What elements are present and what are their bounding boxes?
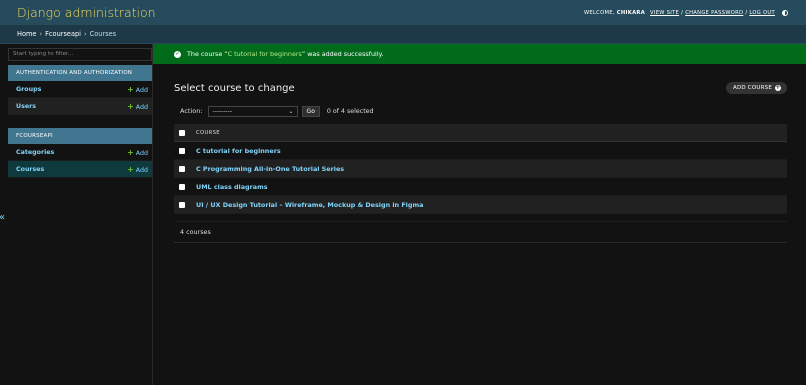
go-button[interactable]: Go (301, 105, 320, 117)
nav-filter-input[interactable]: Start typing to filter... (8, 48, 152, 61)
table-header: COURSE (174, 124, 787, 142)
add-label: Add (135, 166, 148, 174)
breadcrumb-separator: › (84, 30, 87, 38)
header: Django administration WELCOME, CHIKARA V… (0, 0, 806, 25)
table-row: C Programming All-in-One Tutorial Series (174, 160, 787, 178)
breadcrumb-home[interactable]: Home (17, 30, 36, 38)
sidebar-item-label[interactable]: Users (16, 103, 36, 110)
plus-icon: + (127, 84, 134, 94)
sidebar-item-label[interactable]: Groups (16, 86, 41, 93)
separator: / (681, 9, 684, 16)
plus-icon: + (127, 147, 134, 157)
add-groups-link[interactable]: + Add (127, 85, 148, 94)
row-checkbox[interactable] (179, 165, 185, 172)
action-label: Action: (180, 107, 203, 115)
chevron-down-icon: ⌄ (288, 107, 294, 115)
sidebar-item-groups: Groups + Add (8, 81, 152, 98)
column-header-course[interactable]: COURSE (196, 130, 220, 136)
add-label: Add (135, 86, 148, 94)
action-select[interactable]: --------- ⌄ (207, 105, 298, 117)
add-categories-link[interactable]: + Add (127, 148, 148, 157)
sidebar-item-categories: Categories + Add (8, 144, 152, 161)
breadcrumb-current: Courses (89, 30, 117, 38)
title-row: Select course to change ADD COURSE + (174, 82, 787, 94)
table-row: C tutorial for beginners (174, 142, 787, 160)
check-icon: ✓ (174, 50, 181, 58)
course-link[interactable]: C Programming All-in-One Tutorial Series (196, 165, 344, 173)
view-site-link[interactable]: VIEW SITE (650, 10, 679, 16)
plus-icon: + (775, 84, 781, 91)
site-name[interactable]: Django administration (17, 5, 156, 20)
page-title: Select course to change (174, 82, 295, 94)
action-selected-value: --------- (212, 107, 233, 115)
selected-count: 0 of 4 selected (326, 107, 374, 115)
breadcrumb: Home › Fcourseapi › Courses (0, 25, 806, 44)
change-password-link[interactable]: CHANGE PASSWORD (685, 10, 743, 16)
plus-icon: + (127, 101, 134, 111)
success-message: ✓ The course “C tutorial for beginners” … (153, 44, 806, 64)
separator: / (745, 9, 748, 16)
user-tools: WELCOME, CHIKARA VIEW SITE / CHANGE PASS… (583, 9, 788, 16)
nav-sidebar: Start typing to filter... AUTHENTICATION… (0, 44, 153, 385)
select-all-checkbox[interactable] (179, 129, 185, 136)
sidebar-item-label[interactable]: Categories (16, 149, 54, 156)
plus-icon: + (127, 164, 134, 174)
add-users-link[interactable]: + Add (127, 102, 148, 111)
add-courses-link[interactable]: + Add (127, 165, 148, 174)
container: Start typing to filter... AUTHENTICATION… (0, 44, 806, 385)
message-text-after: ” was added successfully. (301, 50, 384, 58)
paginator: 4 courses (174, 221, 787, 243)
add-course-button[interactable]: ADD COURSE + (726, 82, 787, 94)
course-link[interactable]: UML class diagrams (196, 183, 268, 191)
app-caption-auth[interactable]: AUTHENTICATION AND AUTHORIZATION (8, 65, 152, 81)
sidebar-item-courses: Courses + Add (8, 161, 152, 178)
breadcrumb-app[interactable]: Fcourseapi (45, 30, 81, 38)
content: Select course to change ADD COURSE + Act… (153, 82, 806, 243)
log-out-link[interactable]: LOG OUT (749, 10, 775, 16)
course-link[interactable]: C tutorial for beginners (196, 147, 281, 155)
message-course-link[interactable]: C tutorial for beginners (228, 50, 302, 58)
app-caption-fcourseapi[interactable]: FCOURSEAPI (8, 128, 152, 144)
sidebar-item-label[interactable]: Courses (16, 166, 44, 173)
sidebar-item-users: Users + Add (8, 98, 152, 115)
row-checkbox[interactable] (179, 183, 185, 190)
main-content: ✓ The course “C tutorial for beginners” … (153, 44, 806, 385)
toggle-nav-sidebar-icon[interactable]: « (0, 212, 9, 223)
table-row: UML class diagrams (174, 178, 787, 196)
breadcrumb-separator: › (39, 30, 43, 38)
theme-toggle-icon[interactable] (782, 9, 788, 16)
row-checkbox[interactable] (179, 201, 185, 208)
welcome-text: WELCOME, (583, 9, 615, 16)
course-link[interactable]: UI / UX Design Tutorial – Wireframe, Moc… (196, 201, 423, 209)
add-course-label: ADD COURSE (733, 85, 772, 91)
message-text-before: The course “ (187, 50, 228, 58)
username: CHIKARA (616, 9, 646, 16)
result-list: COURSE C tutorial for beginners C Progra… (174, 124, 787, 214)
table-row: UI / UX Design Tutorial – Wireframe, Moc… (174, 196, 787, 214)
row-checkbox[interactable] (179, 147, 185, 154)
add-label: Add (135, 103, 148, 111)
add-label: Add (135, 149, 148, 157)
actions-bar: Action: --------- ⌄ Go 0 of 4 selected (174, 105, 787, 117)
